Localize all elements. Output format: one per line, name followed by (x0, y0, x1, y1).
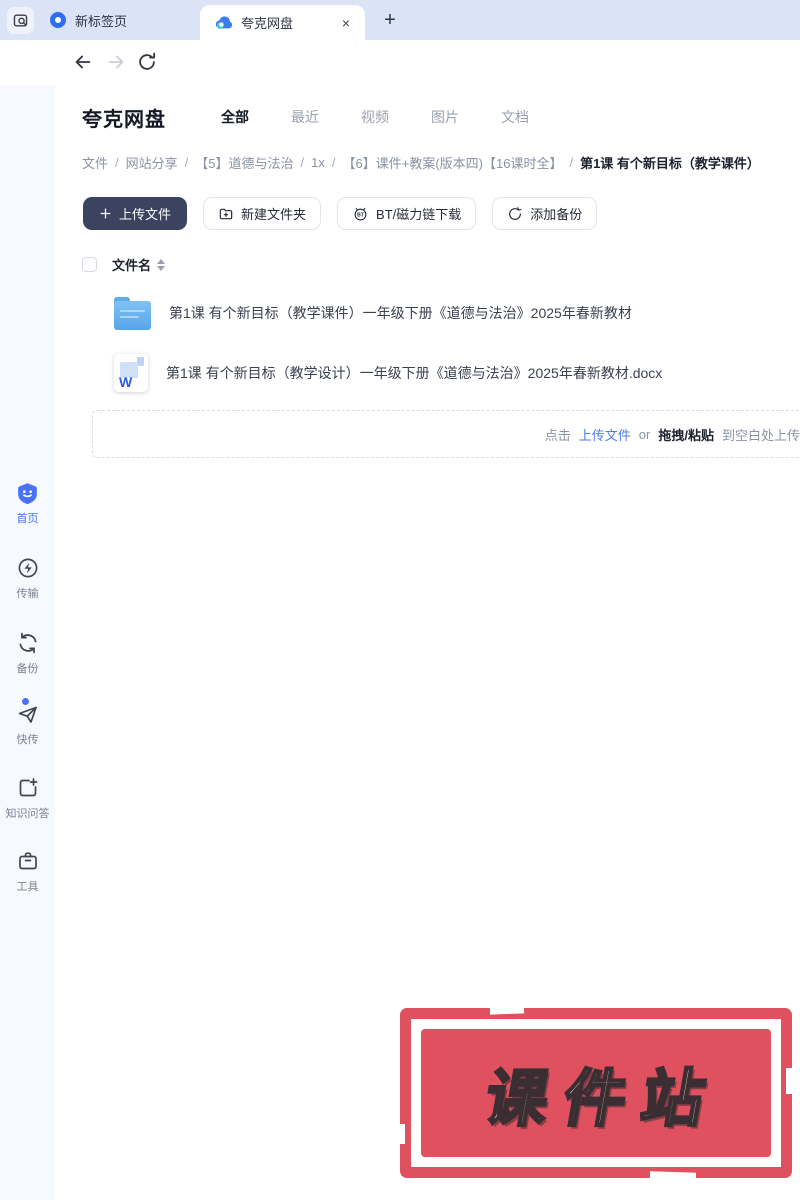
svg-text:BT: BT (357, 213, 365, 219)
tab-label: 新标签页 (75, 13, 128, 29)
watermark-text: 课件站 (479, 1064, 728, 1136)
add-backup-icon (509, 206, 522, 220)
file-row-docx[interactable]: W 第1课 有个新目标（教学设计）一年级下册《道德与法治》2025年春新教材.d… (55, 343, 800, 403)
breadcrumb-item[interactable]: 【6】课件+教案(版本四)【16课时全】 (343, 153, 563, 172)
sidebar-item-label: 工具 (16, 881, 39, 893)
close-tab-icon[interactable]: × (337, 15, 355, 31)
title-row: 夸克网盘 全部 最近 视频 图片 文档 (82, 101, 529, 133)
upload-file-label: 上传文件 (119, 207, 172, 222)
new-folder-label: 新建文件夹 (241, 207, 307, 222)
hint-drag: 拖拽/粘贴 (658, 427, 714, 443)
back-icon[interactable] (72, 51, 94, 73)
tab-videos[interactable]: 视频 (361, 101, 389, 133)
stamp-inner: 课件站 (421, 1029, 771, 1157)
sidebar-item-label: 备份 (16, 663, 39, 675)
breadcrumb-item[interactable]: 网站分享 (126, 153, 178, 172)
tab-images[interactable]: 图片 (431, 101, 459, 133)
upload-dropzone[interactable]: 点击 上传文件 or 拖拽/粘贴 到空白处上传 (92, 410, 800, 458)
file-name: 第1课 有个新目标（教学课件）一年级下册《道德与法治》2025年春新教材 (169, 305, 632, 321)
breadcrumb-separator: / (300, 155, 305, 170)
breadcrumb: 文件 / 网站分享 / 【5】道德与法治 / 1x / 【6】课件+教案(版本四… (82, 153, 760, 172)
transfer-icon (15, 555, 41, 581)
sidebar-item-knowledge-qa[interactable]: 知识问答 (0, 775, 55, 821)
action-buttons: 上传文件 新建文件夹 BT BT/磁力链下载 添加备份 (83, 197, 598, 230)
hint-prefix: 点击 (544, 427, 571, 443)
browser-toolbar (0, 40, 800, 117)
sidebar-item-transfer[interactable]: 传输 (0, 555, 55, 601)
toolbox-icon (15, 848, 41, 874)
hint-or: or (638, 426, 651, 442)
window-search-button[interactable] (7, 7, 34, 34)
add-backup-button[interactable]: 添加备份 (492, 197, 598, 230)
plus-icon (100, 208, 111, 219)
bt-download-label: BT/磁力链下载 (376, 207, 462, 222)
notification-badge (21, 698, 29, 705)
window-search-icon (13, 14, 28, 27)
home-smiley-icon (15, 480, 41, 506)
sidebar-item-quick-transfer[interactable]: 快传 (0, 698, 55, 747)
sidebar-item-home[interactable]: 首页 (0, 480, 55, 526)
breadcrumb-separator: / (331, 155, 336, 170)
file-name: 第1课 有个新目标（教学设计）一年级下册《道德与法治》2025年春新教材.doc… (166, 365, 663, 381)
tab-quark-netdisk[interactable]: 夸克网盘 × (200, 5, 365, 40)
bt-magnet-icon: BT (354, 207, 367, 221)
folder-icon (114, 296, 151, 330)
word-doc-icon: W (114, 354, 148, 392)
breadcrumb-item[interactable]: 1x (311, 155, 325, 170)
new-tab-page-favicon (50, 12, 66, 28)
add-backup-label: 添加备份 (530, 207, 583, 222)
breadcrumb-separator: / (115, 155, 119, 170)
tab-new-tab-page[interactable]: 新标签页 (40, 0, 190, 40)
sidebar-item-backup[interactable]: 备份 (0, 630, 55, 676)
forward-icon[interactable] (105, 51, 127, 73)
breadcrumb-separator: / (184, 155, 189, 170)
filename-column-header[interactable]: 文件名 (112, 255, 151, 274)
sidebar-item-label: 知识问答 (5, 808, 50, 820)
watermark-stamp: 课件站 (398, 1005, 794, 1180)
new-folder-icon (219, 208, 233, 219)
breadcrumb-separator: / (569, 155, 574, 170)
sidebar-item-tools[interactable]: 工具 (0, 848, 55, 894)
sidebar-item-label: 传输 (16, 588, 39, 600)
browser-tabstrip: 新标签页 夸克网盘 × + (0, 0, 800, 40)
tab-documents[interactable]: 文档 (501, 101, 529, 133)
view-tabs: 全部 最近 视频 图片 文档 (179, 101, 529, 133)
backup-sync-icon (15, 630, 41, 656)
breadcrumb-item[interactable]: 【5】道德与法治 (195, 153, 293, 172)
upload-file-button[interactable]: 上传文件 (83, 197, 188, 230)
file-list-header: 文件名 (82, 255, 166, 274)
paper-plane-icon (15, 698, 41, 727)
refresh-icon[interactable] (136, 51, 158, 73)
breadcrumb-item[interactable]: 文件 (82, 153, 108, 172)
new-tab-button[interactable]: + (376, 6, 404, 34)
tab-label: 夸克网盘 (241, 16, 294, 31)
upload-file-link[interactable]: 上传文件 (579, 425, 631, 444)
tab-recent[interactable]: 最近 (291, 101, 319, 133)
page-title: 夸克网盘 (82, 108, 166, 131)
quark-cloud-favicon (215, 16, 233, 29)
tab-all[interactable]: 全部 (221, 101, 249, 133)
sidebar-item-label: 快传 (16, 734, 39, 746)
breadcrumb-item-current: 第1课 有个新目标（教学课件） (580, 156, 760, 171)
sidebar: 首页 传输 备份 快传 知识问答 工具 (0, 85, 55, 1200)
new-folder-button[interactable]: 新建文件夹 (203, 197, 322, 230)
bt-magnet-download-button[interactable]: BT BT/磁力链下载 (337, 197, 477, 230)
select-all-checkbox[interactable] (82, 257, 97, 272)
knowledge-box-icon (15, 775, 41, 801)
sidebar-item-label: 首页 (16, 513, 39, 525)
file-row-folder[interactable]: 第1课 有个新目标（教学课件）一年级下册《道德与法治》2025年春新教材 (55, 283, 800, 343)
sort-icon[interactable] (157, 258, 166, 271)
hint-suffix: 到空白处上传 (721, 427, 800, 443)
